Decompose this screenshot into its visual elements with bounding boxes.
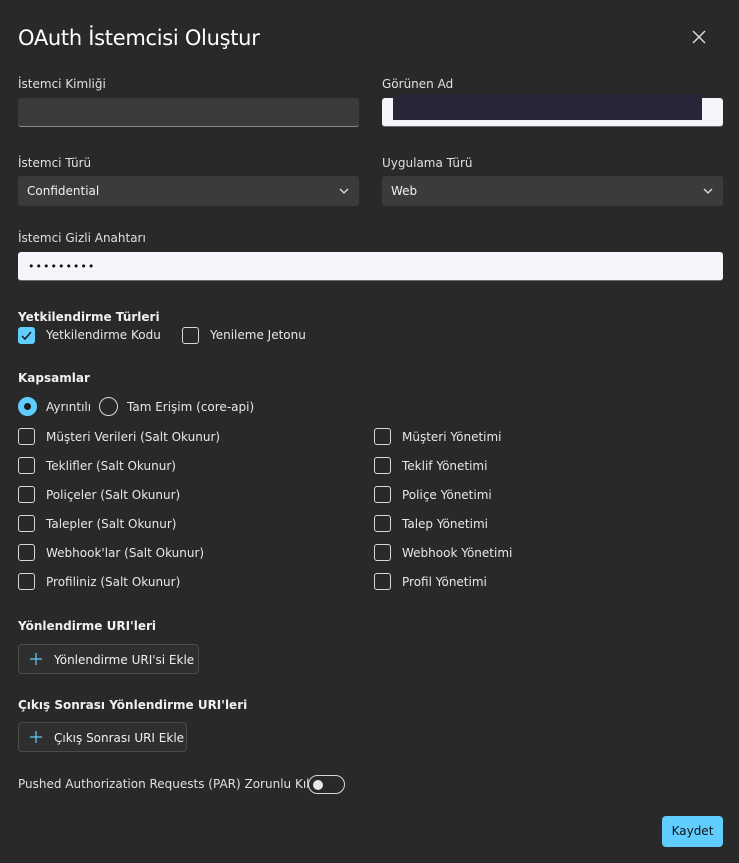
scope-mode-detailed-radio[interactable] [18, 397, 37, 416]
scopes-heading: Kapsamlar [18, 371, 90, 385]
close-icon [692, 30, 706, 44]
client-type-select[interactable]: Confidential [18, 176, 359, 206]
client-secret-input[interactable] [18, 252, 723, 281]
app-type-value: Web [391, 184, 418, 198]
scope-policy-management-checkbox[interactable] [374, 486, 391, 503]
client-id-label: İstemci Kimliği [18, 77, 106, 91]
dialog-title: OAuth İstemcisi Oluştur [18, 26, 260, 50]
display-name-label: Görünen Ad [382, 77, 454, 91]
scope-customer-data-read-label: Müşteri Verileri (Salt Okunur) [46, 430, 221, 444]
client-id-input[interactable] [18, 98, 359, 127]
scope-mode-detailed-label: Ayrıntılı [46, 400, 92, 414]
client-secret-value: ••••••••• [28, 260, 96, 273]
checkmark-icon [21, 331, 32, 341]
scope-policies-read-checkbox[interactable] [18, 486, 35, 503]
scope-policy-management-label: Poliçe Yönetimi [402, 488, 492, 502]
scope-quote-management-checkbox[interactable] [374, 457, 391, 474]
grant-authorization-code-checkbox[interactable] [18, 327, 35, 344]
post-logout-uris-heading: Çıkış Sonrası Yönlendirme URI'leri [18, 698, 248, 712]
scope-quotes-read-checkbox[interactable] [18, 457, 35, 474]
add-redirect-uri-button[interactable]: Yönlendirme URI'si Ekle [18, 644, 199, 674]
scope-policies-read-label: Poliçeler (Salt Okunur) [46, 488, 181, 502]
scope-webhook-management-checkbox[interactable] [374, 544, 391, 561]
grant-refresh-token-label: Yenileme Jetonu [210, 328, 306, 342]
save-button-label: Kaydet [671, 824, 714, 838]
grant-authorization-code-label: Yetkilendirme Kodu [46, 328, 161, 342]
scope-quote-management-label: Teklif Yönetimi [402, 459, 488, 473]
client-secret-label: İstemci Gizli Anahtarı [18, 231, 146, 245]
scope-profile-read-checkbox[interactable] [18, 573, 35, 590]
add-redirect-uri-label: Yönlendirme URI'si Ekle [54, 653, 195, 667]
redacted-value [393, 94, 702, 120]
toggle-knob [313, 780, 323, 790]
add-post-logout-uri-label: Çıkış Sonrası URI Ekle [54, 731, 185, 745]
client-type-value: Confidential [27, 184, 100, 198]
scope-customer-management-label: Müşteri Yönetimi [402, 430, 502, 444]
grant-refresh-token-checkbox[interactable] [182, 327, 199, 344]
save-button[interactable]: Kaydet [662, 816, 723, 847]
scope-customer-management-checkbox[interactable] [374, 428, 391, 445]
scope-quotes-read-label: Teklifler (Salt Okunur) [46, 459, 176, 473]
scope-profile-read-label: Profiliniz (Salt Okunur) [46, 575, 181, 589]
scope-webhook-management-label: Webhook Yönetimi [402, 546, 513, 560]
scope-claims-read-checkbox[interactable] [18, 515, 35, 532]
scope-webhooks-read-checkbox[interactable] [18, 544, 35, 561]
create-oauth-client-dialog: OAuth İstemcisi Oluştur İstemci Kimliği … [0, 0, 739, 863]
grant-types-heading: Yetkilendirme Türleri [18, 310, 160, 324]
scope-claims-read-label: Talepler (Salt Okunur) [46, 517, 177, 531]
client-type-label: İstemci Türü [18, 156, 92, 170]
scope-profile-management-checkbox[interactable] [374, 573, 391, 590]
scope-claim-management-label: Talep Yönetimi [402, 517, 488, 531]
plus-icon [30, 731, 42, 743]
close-button[interactable] [688, 26, 710, 48]
scope-mode-full-access-label: Tam Erişim (core-api) [127, 400, 255, 414]
plus-icon [30, 653, 42, 665]
app-type-select[interactable]: Web [382, 176, 723, 206]
app-type-label: Uygulama Türü [382, 156, 473, 170]
scope-webhooks-read-label: Webhook'lar (Salt Okunur) [46, 546, 205, 560]
chevron-down-icon [339, 188, 349, 194]
add-post-logout-uri-button[interactable]: Çıkış Sonrası URI Ekle [18, 722, 187, 752]
par-required-label: Pushed Authorization Requests (PAR) Zoru… [18, 777, 310, 791]
scope-profile-management-label: Profil Yönetimi [402, 575, 487, 589]
par-required-toggle[interactable] [308, 775, 345, 794]
chevron-down-icon [703, 188, 713, 194]
redirect-uris-heading: Yönlendirme URI'leri [18, 619, 157, 633]
scope-customer-data-read-checkbox[interactable] [18, 428, 35, 445]
scope-claim-management-checkbox[interactable] [374, 515, 391, 532]
scope-mode-full-access-radio[interactable] [99, 397, 118, 416]
